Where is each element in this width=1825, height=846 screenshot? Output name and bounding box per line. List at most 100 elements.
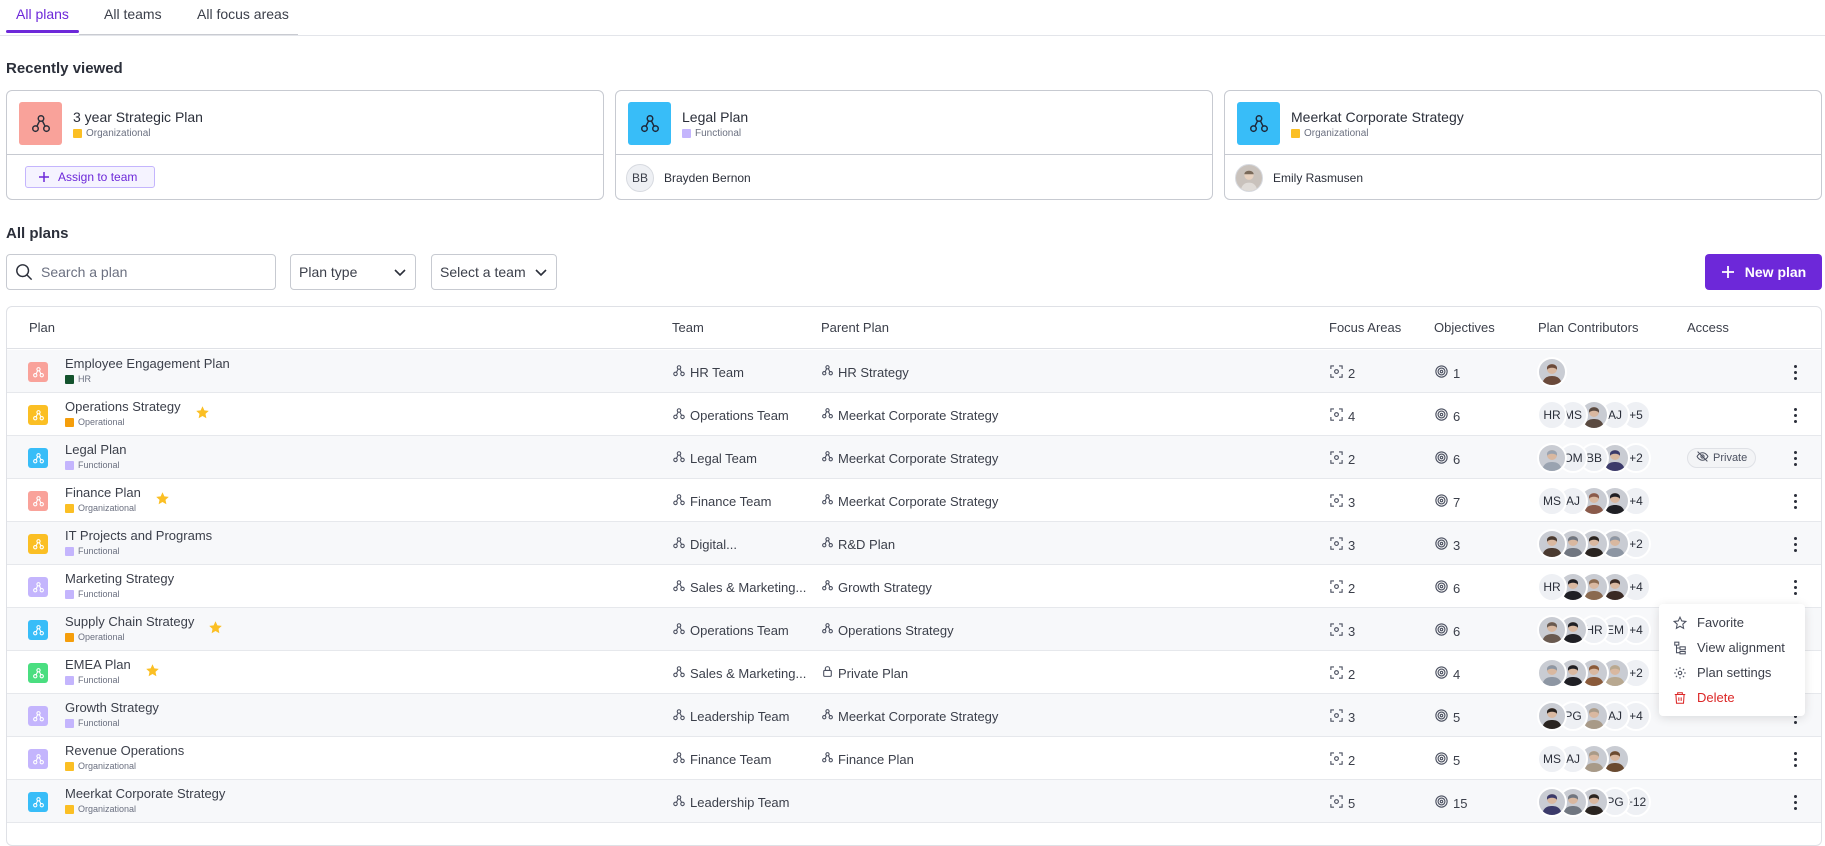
row-actions-icon[interactable]: [1785, 360, 1805, 384]
team-cell[interactable]: Operations Team: [672, 622, 789, 639]
team-cell[interactable]: Finance Team: [672, 751, 771, 768]
contributors-stack[interactable]: [1537, 357, 1567, 387]
parent-plan-cell[interactable]: Meerkat Corporate Strategy: [821, 450, 998, 466]
contributors-stack[interactable]: HR MS AJ +5: [1537, 400, 1651, 430]
row-actions-icon[interactable]: [1785, 446, 1805, 470]
parent-plan-cell[interactable]: Meerkat Corporate Strategy: [821, 493, 998, 509]
search-input[interactable]: [41, 264, 261, 280]
table-row[interactable]: Operations Strategy Operational Operations…: [7, 393, 1821, 436]
table-row[interactable]: Employee Engagement Plan HR HR Team HR Stra…: [7, 350, 1821, 393]
plan-name[interactable]: Revenue Operations: [65, 743, 184, 758]
team-cell[interactable]: Digital...: [672, 536, 737, 553]
favorite-star-icon[interactable]: [208, 620, 223, 638]
contributors-stack[interactable]: OM BB +2: [1537, 443, 1651, 473]
contributors-stack[interactable]: +2: [1537, 658, 1651, 688]
recent-card[interactable]: 3 year Strategic Plan Organizational Ass…: [6, 90, 604, 200]
objective-target-icon: [1434, 493, 1449, 511]
table-row[interactable]: Finance Plan Organizational Finance Team Me…: [7, 479, 1821, 522]
plan-name[interactable]: Meerkat Corporate Strategy: [65, 786, 225, 801]
recent-plan-name[interactable]: 3 year Strategic Plan: [73, 109, 203, 125]
plan-type: Organizational: [65, 503, 136, 513]
plan-name[interactable]: Legal Plan: [65, 442, 126, 457]
plan-icon: [28, 706, 48, 726]
parent-plan-cell[interactable]: Private Plan: [821, 665, 908, 681]
column-objectives[interactable]: Objectives: [1434, 320, 1495, 335]
team-cell[interactable]: Leadership Team: [672, 794, 790, 811]
tab-all-focus-areas[interactable]: All focus areas: [197, 6, 289, 22]
column-plan-contributors[interactable]: Plan Contributors: [1538, 320, 1638, 335]
team-cell[interactable]: Leadership Team: [672, 708, 790, 725]
favorite-star-icon[interactable]: [145, 663, 160, 681]
menu-item-plan-settings[interactable]: Plan settings: [1659, 660, 1805, 685]
plan-name[interactable]: Employee Engagement Plan: [65, 356, 230, 371]
column-focus-areas[interactable]: Focus Areas: [1329, 320, 1401, 335]
contributors-stack[interactable]: HR +4: [1537, 572, 1651, 602]
team-cell[interactable]: Sales & Marketing...: [672, 579, 806, 596]
table-row[interactable]: Legal Plan Functional Legal Team Meerkat Co…: [7, 436, 1821, 479]
parent-plan-cell[interactable]: Operations Strategy: [821, 622, 954, 638]
table-row[interactable]: IT Projects and Programs Functional Digita…: [7, 522, 1821, 565]
row-actions-icon[interactable]: [1785, 403, 1805, 427]
team-cell[interactable]: Legal Team: [672, 450, 757, 467]
team-cell[interactable]: Finance Team: [672, 493, 771, 510]
contributors-stack[interactable]: PG +12: [1537, 787, 1651, 817]
team-cell[interactable]: Sales & Marketing...: [672, 665, 806, 682]
tab-all-teams[interactable]: All teams: [104, 6, 162, 22]
team-select[interactable]: Select a team: [431, 254, 557, 290]
parent-plan-cell[interactable]: Finance Plan: [821, 751, 914, 767]
column-team[interactable]: Team: [672, 320, 704, 335]
contributors-stack[interactable]: MS AJ: [1537, 744, 1630, 774]
column-plan[interactable]: Plan: [29, 320, 55, 335]
table-row[interactable]: Meerkat Corporate Strategy Organizational…: [7, 780, 1821, 823]
plan-name[interactable]: Operations Strategy: [65, 399, 181, 414]
plan-name[interactable]: Finance Plan: [65, 485, 141, 500]
table-row[interactable]: Revenue Operations Organizational Finance …: [7, 737, 1821, 780]
plan-type-select[interactable]: Plan type: [290, 254, 416, 290]
objectives-cell: 4: [1434, 665, 1460, 683]
contributors-stack[interactable]: MS AJ +4: [1537, 486, 1651, 516]
team-icon: [672, 665, 686, 682]
contributors-stack[interactable]: PG AJ +4: [1537, 701, 1651, 731]
table-row[interactable]: Growth Strategy Functional Leadership Team…: [7, 694, 1821, 737]
team-cell[interactable]: Operations Team: [672, 407, 789, 424]
team-cell[interactable]: HR Team: [672, 364, 744, 381]
plan-name[interactable]: IT Projects and Programs: [65, 528, 212, 543]
menu-item-favorite[interactable]: Favorite: [1659, 610, 1805, 635]
parent-plan-cell[interactable]: Meerkat Corporate Strategy: [821, 407, 998, 423]
focus-area-icon: [1329, 364, 1344, 382]
objective-target-icon: [1434, 708, 1449, 726]
row-actions-icon[interactable]: [1785, 747, 1805, 771]
row-actions-icon[interactable]: [1785, 489, 1805, 513]
parent-plan-cell[interactable]: Growth Strategy: [821, 579, 932, 595]
plan-name[interactable]: Growth Strategy: [65, 700, 159, 715]
table-row[interactable]: EMEA Plan Functional Sales & Marketing... P…: [7, 651, 1821, 694]
row-actions-icon[interactable]: [1785, 532, 1805, 556]
favorite-star-icon[interactable]: [155, 491, 170, 509]
tab-all-plans[interactable]: All plans: [16, 6, 69, 22]
plan-name[interactable]: Supply Chain Strategy: [65, 614, 194, 629]
new-plan-button[interactable]: New plan: [1705, 254, 1822, 290]
assign-to-team-button[interactable]: Assign to team: [25, 166, 155, 188]
menu-item-view-alignment[interactable]: View alignment: [1659, 635, 1805, 660]
parent-plan-cell[interactable]: R&D Plan: [821, 536, 895, 552]
table-row[interactable]: Supply Chain Strategy Operational Operatio…: [7, 608, 1821, 651]
contributors-stack[interactable]: HR EM +4: [1537, 615, 1651, 645]
row-actions-icon[interactable]: [1785, 790, 1805, 814]
recent-plan-name[interactable]: Legal Plan: [682, 109, 748, 125]
plan-name[interactable]: EMEA Plan: [65, 657, 131, 672]
column-access[interactable]: Access: [1687, 320, 1729, 335]
favorite-star-icon[interactable]: [195, 405, 210, 423]
contributors-stack[interactable]: +2: [1537, 529, 1651, 559]
menu-item-delete[interactable]: Delete: [1659, 685, 1805, 710]
row-actions-icon[interactable]: [1785, 575, 1805, 599]
parent-plan-cell[interactable]: Meerkat Corporate Strategy: [821, 708, 998, 724]
column-parent-plan[interactable]: Parent Plan: [821, 320, 889, 335]
table-row[interactable]: Marketing Strategy Functional Sales & Mark…: [7, 565, 1821, 608]
plan-icon: [628, 102, 671, 145]
recent-plan-name[interactable]: Meerkat Corporate Strategy: [1291, 109, 1464, 125]
recent-card[interactable]: Legal Plan Functional BB Brayden Bernon: [615, 90, 1213, 200]
plan-name[interactable]: Marketing Strategy: [65, 571, 174, 586]
parent-plan-cell[interactable]: HR Strategy: [821, 364, 909, 380]
objectives-cell: 6: [1434, 450, 1460, 468]
recent-card[interactable]: Meerkat Corporate Strategy Organizationa…: [1224, 90, 1822, 200]
